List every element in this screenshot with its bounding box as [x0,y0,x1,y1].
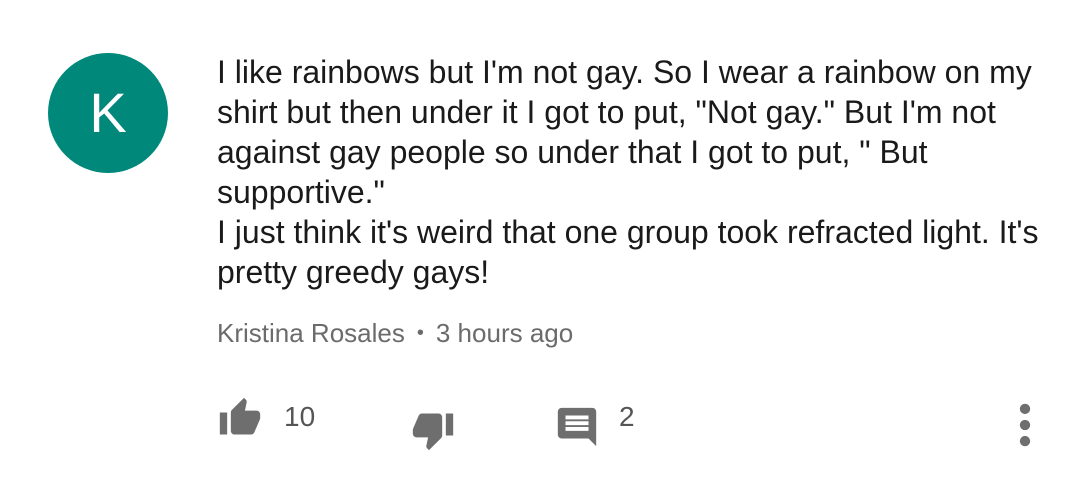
thumbs-down-icon[interactable] [409,408,457,452]
author-name[interactable]: Kristina Rosales [217,315,405,351]
more-vertical-icon[interactable] [1008,402,1042,448]
meta-separator: • [416,322,424,344]
comment-actions: 10 2 [0,390,1080,460]
like-count: 10 [284,401,316,432]
comment-meta: Kristina Rosales • 3 hours ago [217,315,573,351]
timestamp: 3 hours ago [435,318,574,348]
comment-text: I like rainbows but I'm not gay. So I we… [217,54,1039,290]
thumbs-up-icon[interactable] [216,396,264,440]
avatar[interactable]: K [48,53,168,173]
comment-icon[interactable] [554,404,600,450]
avatar-letter: K [89,81,127,144]
comment-item: K I like rainbows but I'm not gay. So I … [0,0,1080,484]
reply-count: 2 [619,401,635,432]
